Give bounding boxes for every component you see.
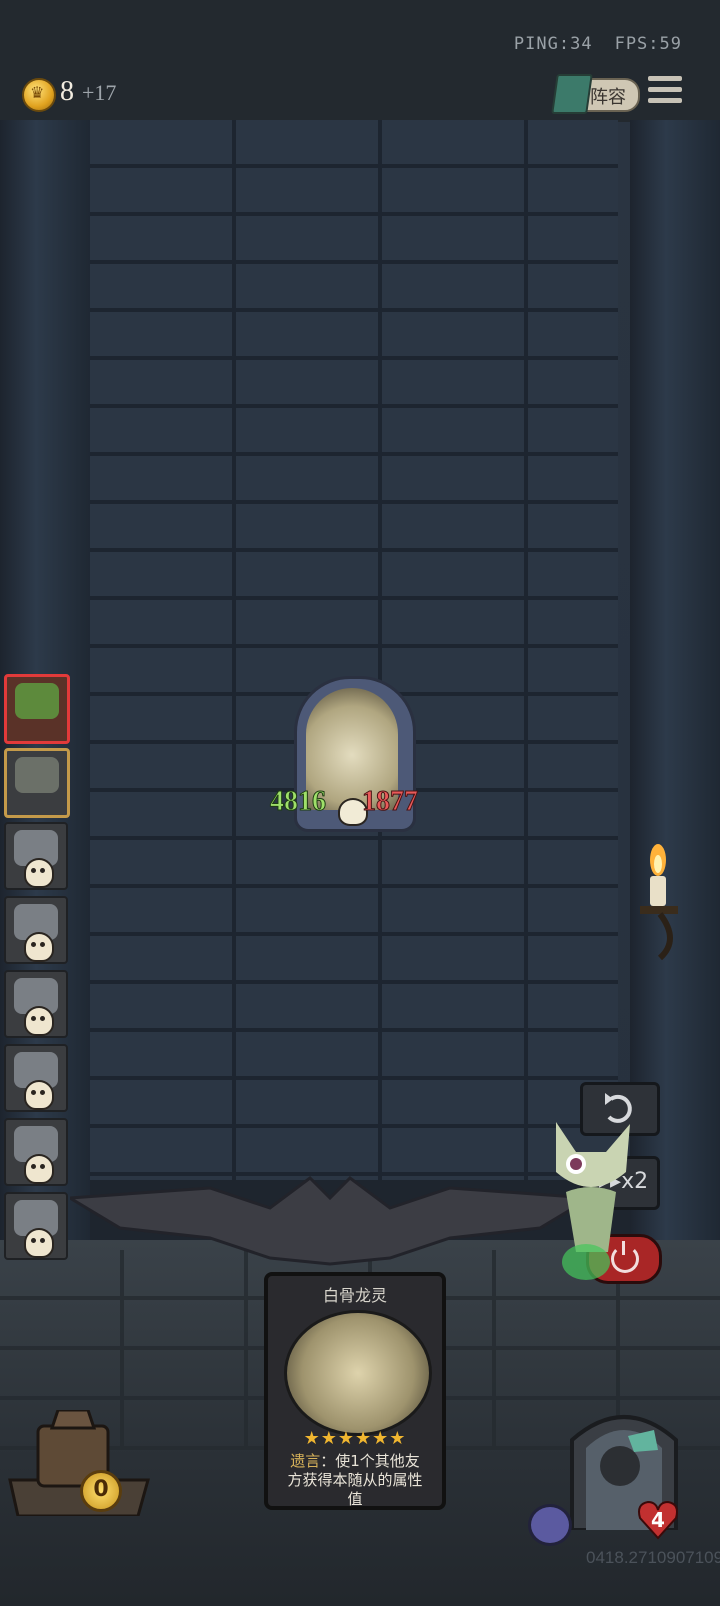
gold-count: 8 xyxy=(60,76,74,107)
card-title: 白骨龙灵 xyxy=(322,1286,387,1305)
top-bar: PING:34 FPS:59 8 +17 阵容 xyxy=(0,0,720,122)
cat-mascot xyxy=(556,1122,630,1280)
dungeon-wall xyxy=(90,120,618,1180)
lineup-label: 阵容 xyxy=(590,87,626,108)
card-keyword: 遗言 xyxy=(290,1452,321,1470)
torch-icon xyxy=(640,844,678,960)
roster-slot-4[interactable] xyxy=(4,896,68,964)
roster-slot-6[interactable] xyxy=(4,1044,68,1112)
roster-slot-7[interactable] xyxy=(4,1118,68,1186)
opponent-portrait xyxy=(15,683,59,719)
minion-health: 1877 xyxy=(362,786,419,818)
skull-icon xyxy=(24,858,54,888)
opponent-portrait xyxy=(15,757,59,793)
card-art xyxy=(284,1310,432,1436)
card-description: 遗言：使1个其他友方获得本随从的属性值 xyxy=(284,1452,426,1509)
book-icon xyxy=(551,74,593,114)
roster-slot-8[interactable] xyxy=(4,1192,68,1260)
roster-slot-3[interactable] xyxy=(4,822,68,890)
skull-icon xyxy=(24,1080,54,1110)
network-status: PING:34 FPS:59 xyxy=(492,34,682,54)
crown-coin-icon xyxy=(22,78,56,112)
menu-icon[interactable] xyxy=(648,76,682,106)
skull-icon xyxy=(24,1154,54,1184)
minion-attack: 4816 xyxy=(270,786,327,818)
lineup-button[interactable]: 阵容 xyxy=(551,74,640,114)
fps-label: FPS:59 xyxy=(614,34,682,54)
roster-slot-1[interactable] xyxy=(4,674,70,744)
skull-icon xyxy=(24,1006,54,1036)
bat-emblem xyxy=(70,1176,590,1266)
shop-gold-count: 0 xyxy=(80,1470,122,1512)
minion-card[interactable]: 白骨龙灵 ★★★★★★ 遗言：使1个其他友方获得本随从的属性值 xyxy=(264,1272,446,1510)
gold-income: +17 xyxy=(82,80,117,105)
roster-slot-2[interactable] xyxy=(4,748,70,818)
skull-icon xyxy=(24,932,54,962)
shield-icon xyxy=(528,1504,572,1546)
hero-health: 4 xyxy=(651,1508,665,1532)
card-stars: ★★★★★★ xyxy=(303,1428,407,1449)
roster-slot-5[interactable] xyxy=(4,970,68,1038)
game-screen: PING:34 FPS:59 8 +17 阵容 4 xyxy=(0,0,720,1606)
shop-cart[interactable] xyxy=(8,1410,150,1516)
build-id: 0418.2710907109 xyxy=(586,1548,720,1567)
ping-label: PING:34 xyxy=(513,34,593,54)
skull-icon xyxy=(24,1228,54,1258)
